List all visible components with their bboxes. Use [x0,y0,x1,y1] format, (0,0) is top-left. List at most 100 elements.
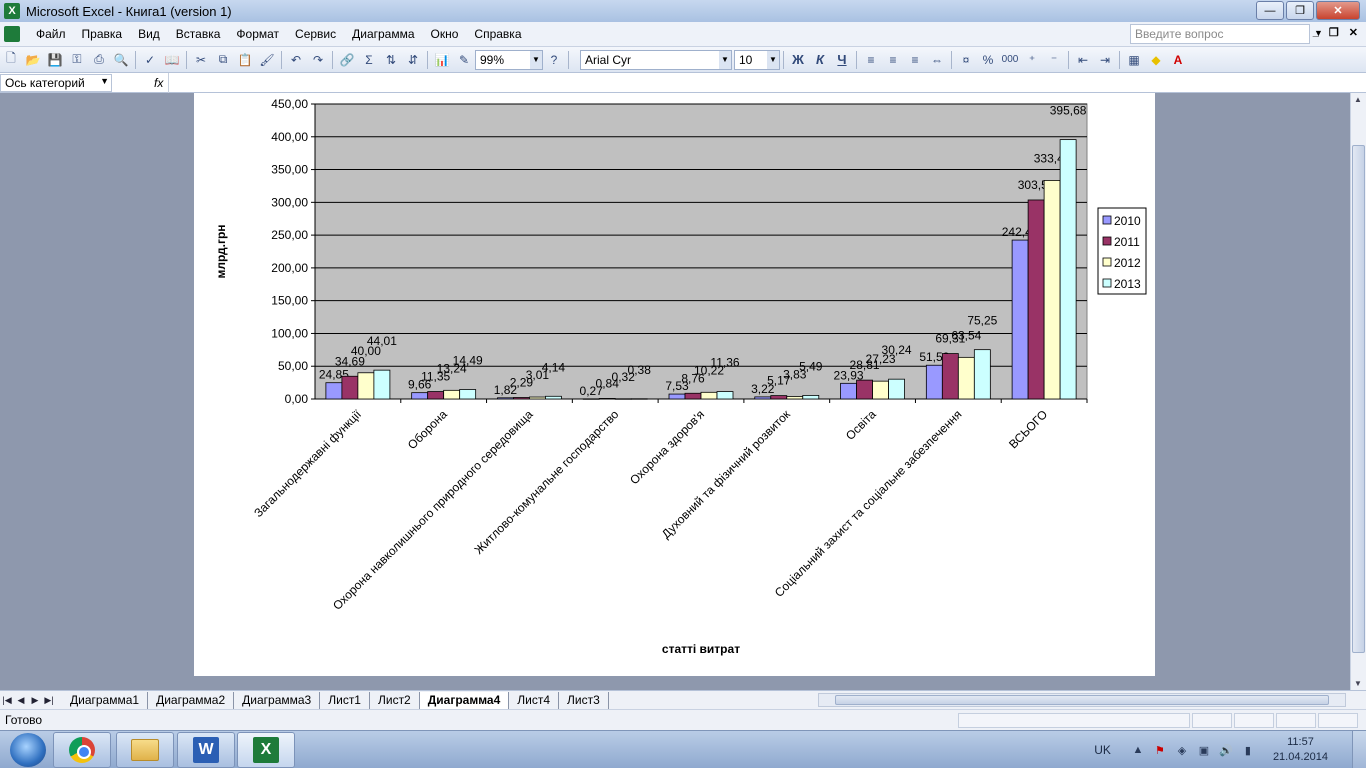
zoom-dropdown-icon[interactable]: ▼ [530,50,542,69]
device-icon[interactable]: ▣ [1196,742,1212,758]
redo-icon[interactable]: ↷ [308,50,328,70]
cut-icon[interactable]: ✂ [191,50,211,70]
undo-icon[interactable]: ↶ [286,50,306,70]
font-select[interactable]: Arial Cyr ▼ [580,49,732,70]
underline-button[interactable]: Ч [832,50,852,70]
spelling-icon[interactable]: ✓ [140,50,160,70]
menu-format[interactable]: Формат [228,27,287,41]
vertical-scrollbar[interactable]: ▲ ▼ [1350,93,1366,690]
menu-help[interactable]: Справка [466,27,529,41]
sheet-tab-diagram4[interactable]: Диаграмма4 [419,691,510,709]
network-tray-icon[interactable]: ◈ [1174,742,1190,758]
volume-icon[interactable]: 🔊 [1218,742,1234,758]
doc-close-icon[interactable]: ✕ [1349,26,1358,39]
clock[interactable]: 11:57 21.04.2014 [1273,735,1328,765]
autosum-icon[interactable]: Σ [359,50,379,70]
last-sheet-icon[interactable]: ▶| [42,695,56,706]
maximize-button[interactable]: ❐ [1286,1,1314,20]
column-chart[interactable]: 0,00 50,00 100,00 150,00 200,00 250,00 300,00 3… [194,93,1155,676]
excel-app-icon[interactable]: X [4,3,20,19]
print-icon[interactable]: ⎙ [89,50,109,70]
name-box-dropdown-icon[interactable]: ▼ [100,76,109,86]
power-icon[interactable]: ▮ [1240,742,1256,758]
percent-button[interactable]: % [978,50,998,70]
paste-icon[interactable]: 📋 [235,50,255,70]
start-button[interactable] [10,733,46,767]
language-indicator[interactable]: UK [1094,743,1111,757]
function-icon[interactable]: fx [154,76,163,90]
taskbar-explorer[interactable] [116,732,174,768]
first-sheet-icon[interactable]: |◀ [0,695,14,706]
sheet-tab-list2[interactable]: Лист2 [370,691,420,709]
sheet-tab-list1[interactable]: Лист1 [320,691,370,709]
align-right-icon[interactable]: ≡ [905,50,925,70]
ask-question-input[interactable]: Введите вопрос [1130,24,1310,44]
borders-icon[interactable]: ▦ [1124,50,1144,70]
sheet-tab-list3[interactable]: Лист3 [559,691,609,709]
scroll-down-icon[interactable]: ▼ [1354,679,1362,688]
chart-wizard-icon[interactable]: 📊 [432,50,452,70]
drawing-icon[interactable]: ✎ [454,50,474,70]
align-left-icon[interactable]: ≡ [861,50,881,70]
increase-indent-icon[interactable]: ⇥ [1095,50,1115,70]
horizontal-scrollbar[interactable] [818,693,1346,707]
doc-restore-icon[interactable]: ❐ [1329,26,1339,39]
hyperlink-icon[interactable]: 🔗 [337,50,357,70]
fill-color-icon[interactable]: ◆ [1146,50,1166,70]
sort-desc-icon[interactable]: ⇵ [403,50,423,70]
tray-expand-icon[interactable]: ▲ [1130,742,1146,758]
permission-icon[interactable]: ⚿ [67,50,87,70]
size-dropdown-icon[interactable]: ▼ [767,50,779,69]
increase-decimal-icon[interactable]: ⁺ [1022,50,1042,70]
vertical-scroll-thumb[interactable] [1352,145,1365,653]
horizontal-scroll-thumb[interactable] [835,695,1329,705]
action-center-icon[interactable]: ⚑ [1152,742,1168,758]
close-button[interactable]: ✕ [1316,1,1360,20]
open-icon[interactable]: 📂 [23,50,43,70]
font-size-select[interactable]: 10 ▼ [734,49,780,70]
sort-asc-icon[interactable]: ⇅ [381,50,401,70]
copy-icon[interactable]: ⧉ [213,50,233,70]
next-sheet-icon[interactable]: ▶ [28,695,42,706]
prev-sheet-icon[interactable]: ◀ [14,695,28,706]
show-desktop-button[interactable] [1352,731,1366,768]
font-dropdown-icon[interactable]: ▼ [719,50,731,69]
sheet-tab-diagram3[interactable]: Диаграмма3 [234,691,321,709]
menu-tools[interactable]: Сервис [287,27,344,41]
sheet-tab-diagram1[interactable]: Диаграмма1 [62,691,149,709]
taskbar-chrome[interactable] [53,732,111,768]
decrease-indent-icon[interactable]: ⇤ [1073,50,1093,70]
print-preview-icon[interactable]: 🔍 [111,50,131,70]
help-icon[interactable]: ? [544,50,564,70]
menu-window[interactable]: Окно [423,27,467,41]
save-icon[interactable]: 💾 [45,50,65,70]
menu-view[interactable]: Вид [130,27,168,41]
scroll-up-icon[interactable]: ▲ [1354,95,1362,104]
thousands-button[interactable]: 000 [1000,50,1020,70]
doc-minimize-icon[interactable]: _ [1313,26,1319,39]
minimize-button[interactable]: — [1256,1,1284,20]
merge-center-icon[interactable]: ⇔ [927,50,947,70]
decrease-decimal-icon[interactable]: ⁻ [1044,50,1064,70]
document-icon[interactable] [4,26,20,42]
menu-file[interactable]: Файл [28,27,74,41]
taskbar-excel[interactable]: X [237,732,295,768]
name-box[interactable]: Ось категорий ▼ [0,73,112,92]
taskbar-word[interactable]: W [177,732,235,768]
menu-chart[interactable]: Диаграмма [344,27,422,41]
bold-button[interactable]: Ж [788,50,808,70]
menu-edit[interactable]: Правка [74,27,131,41]
research-icon[interactable]: 📖 [162,50,182,70]
currency-icon[interactable]: ¤ [956,50,976,70]
chart-sheet[interactable]: 0,00 50,00 100,00 150,00 200,00 250,00 300,00 3… [194,93,1155,676]
zoom-select[interactable]: 99% ▼ [475,49,543,70]
align-center-icon[interactable]: ≡ [883,50,903,70]
bar [411,392,429,400]
italic-button[interactable]: К [810,50,830,70]
menu-insert[interactable]: Вставка [168,27,229,41]
sheet-tab-diagram2[interactable]: Диаграмма2 [148,691,235,709]
format-painter-icon[interactable]: 🖌 [257,50,277,70]
font-color-icon[interactable]: A [1168,50,1188,70]
new-icon[interactable]: 🗋 [1,50,21,70]
sheet-tab-list4[interactable]: Лист4 [509,691,560,709]
